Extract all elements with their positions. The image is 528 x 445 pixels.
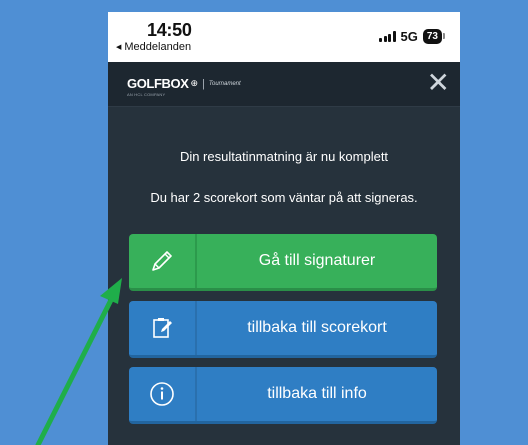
go-to-signatures-button[interactable]: Gå till signaturer (129, 234, 437, 291)
battery-level: 73 (426, 31, 438, 42)
back-to-scorecard-label: tillbaka till scorekort (247, 319, 387, 336)
back-to-app-link[interactable]: ◀ Meddelanden (116, 41, 191, 53)
status-indicators: 5G 73 (379, 29, 446, 44)
back-to-info-label: tillbaka till info (267, 385, 367, 402)
status-bar: 14:50 ◀ Meddelanden 5G 73 (108, 12, 460, 62)
go-to-signatures-label: Gå till signaturer (258, 252, 376, 269)
app-header: GOLFBOX ⊕ | Tournament AN HCL COMPANY ✕ (108, 62, 460, 107)
logo-suffix: Tournament (208, 80, 241, 87)
globe-icon: ⊕ (190, 78, 199, 88)
logo-divider: | (202, 77, 205, 90)
phone-screen: 14:50 ◀ Meddelanden 5G 73 GOLFBOX ⊕ | To… (108, 12, 460, 445)
info-icon (129, 367, 195, 421)
status-time: 14:50 (147, 20, 192, 40)
back-to-scorecard-button[interactable]: tillbaka till scorekort (129, 301, 437, 358)
back-to-info-button[interactable]: tillbaka till info (129, 367, 437, 424)
completion-message: Din resultatinmatning är nu komplett (179, 149, 389, 164)
pending-signatures-message: Du har 2 scorekort som väntar på att sig… (150, 190, 418, 205)
logo-text: GOLFBOX (127, 76, 189, 91)
back-triangle-icon: ◀ (116, 44, 122, 51)
close-icon[interactable]: ✕ (427, 68, 450, 98)
signal-icon (379, 31, 396, 42)
network-type: 5G (400, 29, 418, 44)
pen-icon (129, 234, 195, 288)
golfbox-logo: GOLFBOX ⊕ | Tournament (127, 76, 241, 91)
back-app-label: Meddelanden (124, 41, 192, 53)
logo-subtitle: AN HCL COMPANY (127, 92, 166, 97)
battery-icon: 73 (422, 29, 446, 44)
clipboard-edit-icon (129, 301, 195, 355)
